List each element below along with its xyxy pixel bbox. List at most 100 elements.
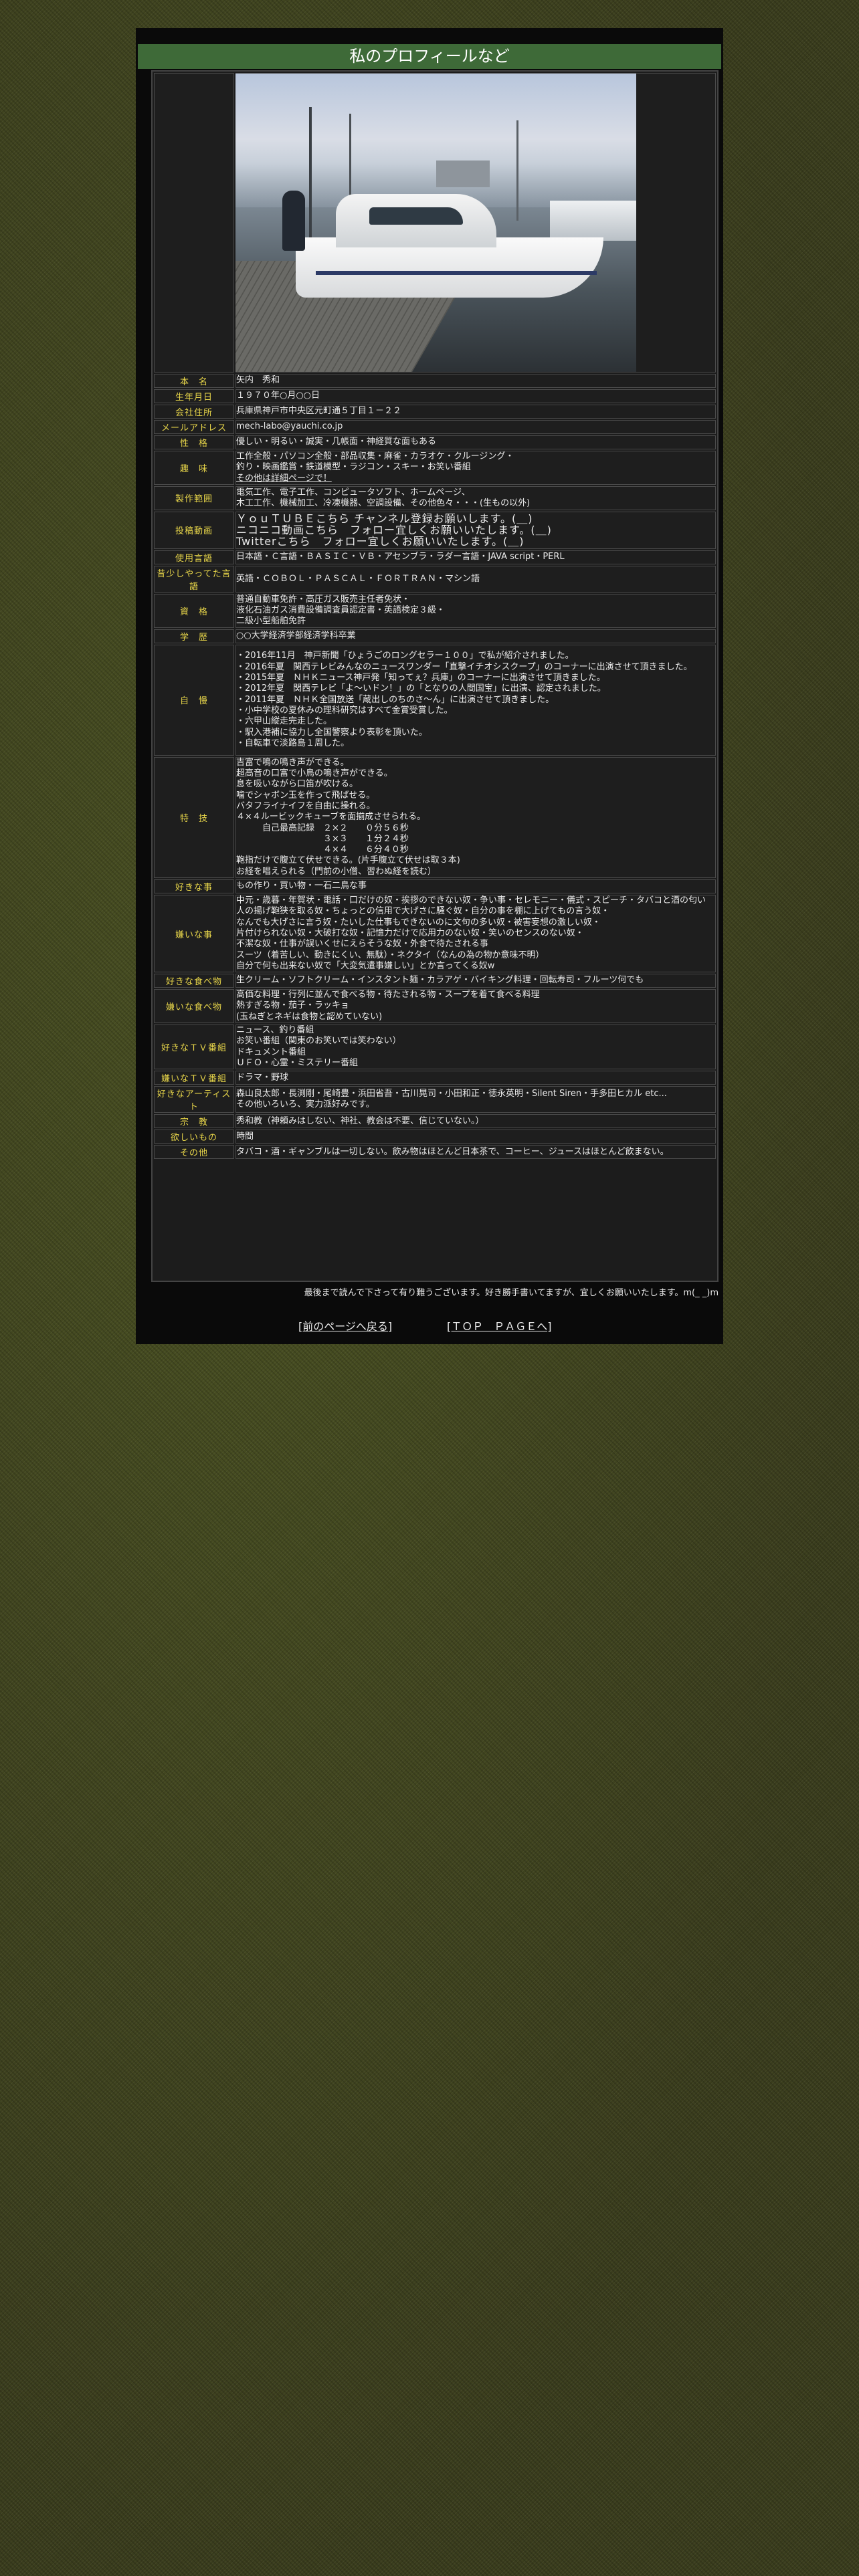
back-link[interactable]: [前のページへ戻る] <box>298 1317 392 1333</box>
row-value: ニュース、釣り番組 お笑い番組（関東のお笑いでは笑わない） ドキュメント番組 ＵＦＯ・… <box>235 1025 716 1070</box>
row-value-line: (玉ねぎとネギは食物と認めていない) <box>236 1011 383 1022</box>
profile-row: 使用言語 日本語・Ｃ言語・ＢＡＳＩＣ・ＶＢ・アセンブラ・ラダー言語・JAVA sc… <box>154 550 716 564</box>
row-label: 投稿動画 <box>154 511 234 549</box>
profile-row: 自 慢・2016年11月 神戸新聞「ひょうごのロングセラー１００」で私が紹介され… <box>154 644 716 756</box>
row-value-line: 秀和教（神頼みはしない、神社、教会は不要、信じていない。） <box>236 1115 484 1126</box>
row-value: もの作り・買い物・一石二鳥な事 <box>235 879 716 894</box>
row-value: 英語・ＣＯＢＯＬ・ＰＡＳＣＡＬ・ＦＯＲＴＲＡＮ・マシン語 <box>235 565 716 593</box>
row-label: 昔少しやってた言語 <box>154 565 234 593</box>
row-value-line: 片付けられない奴・大破打な奴・記憶力だけで応用力のない奴・笑いのセンスのない奴・ <box>236 928 584 938</box>
profile-row: 生年月日 １９７０年○月○○日 <box>154 389 716 403</box>
row-label: 本 名 <box>154 374 234 388</box>
row-value-line: １９７０年○月○○日 <box>236 391 320 401</box>
row-value-line: 自己最高記録 ２×２ ０分５６秒 <box>236 823 409 833</box>
row-value-line: ・2012年夏 関西テレビ「よ～いドン！」の「となりの人間国宝」に出演、認定され… <box>236 683 606 694</box>
row-value-line: ・2016年夏 関西テレビみんなのニュースワンダー「直撃イチオシスクープ」のコー… <box>236 661 692 672</box>
row-value-line[interactable]: ニコニコ動画こちら フォロー宜しくお願いいたします。(＿) <box>236 524 715 536</box>
profile-row: メールアドレス mech-labo@yauchi.co.jp <box>154 420 716 434</box>
row-label: 好きなアーティスト <box>154 1086 234 1113</box>
row-value: 電気工作、電子工作、コンピュータソフト、ホームページ、 木工工作、機械加工、冷凍機… <box>235 486 716 510</box>
row-value: 高価な料理・行列に並んで食べる物・待たされる物・スープを着て食べる料理 熱すぎる物… <box>235 989 716 1024</box>
row-value-line: 英語・ＣＯＢＯＬ・ＰＡＳＣＡＬ・ＦＯＲＴＲＡＮ・マシン語 <box>236 573 480 584</box>
row-value-line: ・小中学校の夏休みの理科研究はすべて金賞受賞した。 <box>236 705 453 716</box>
row-label: 製作範囲 <box>154 486 234 510</box>
row-value-line: ・2016年11月 神戸新聞「ひょうごのロングセラー１００」で私が紹介されました… <box>236 651 574 661</box>
row-value: 中元・歳暮・年賀状・電話・口だけの奴・挨拶のできない奴・争い事・セレモニー・儀式… <box>235 895 716 973</box>
row-label: 自 慢 <box>154 644 234 756</box>
row-value-line: 中元・歳暮・年賀状・電話・口だけの奴・挨拶のできない奴・争い事・セレモニー・儀式… <box>236 895 706 906</box>
row-value-line: 時間 <box>236 1131 254 1142</box>
row-value-line: ○○大学経済学部経済学科卒業 <box>236 631 356 641</box>
row-value-line: mech-labo@yauchi.co.jp <box>236 421 343 432</box>
row-value: mech-labo@yauchi.co.jp <box>235 420 716 434</box>
profile-row: 性 格優しい・明るい・誠実・几帳面・神経質な面もある <box>154 435 716 449</box>
row-value-line: 優しい・明るい・誠実・几帳面・神経質な面もある <box>236 437 437 447</box>
row-label: 会社住所 <box>154 405 234 419</box>
row-value: 時間 <box>235 1130 716 1144</box>
profile-row: 製作範囲 電気工作、電子工作、コンピュータソフト、ホームページ、 木工工作、機械加工… <box>154 486 716 510</box>
profile-row: 昔少しやってた言語 英語・ＣＯＢＯＬ・ＰＡＳＣＡＬ・ＦＯＲＴＲＡＮ・マシン語 <box>154 565 716 593</box>
profile-photo <box>235 74 636 372</box>
page-title: 私のプロフィールなど <box>138 44 721 69</box>
row-label: 好きな事 <box>154 879 234 894</box>
profile-row: その他 タバコ・酒・ギャンブルは一切しない。飲み物はほとんど日本茶で、コーヒー、ジ… <box>154 1145 716 1160</box>
row-label: 趣 味 <box>154 451 234 485</box>
photo-row <box>154 73 716 372</box>
profile-row: 嫌いな食べ物 高価な料理・行列に並んで食べる物・待たされる物・スープを着て食べる料… <box>154 989 716 1024</box>
row-value-line: 木工工作、機械加工、冷凍機器、空調設備、その他色々・・・(生もの以外) <box>236 498 531 508</box>
row-value-line: 鞄指だけで腹立て伏せできる。(片手腹立て伏せは取３本) <box>236 855 460 866</box>
profile-row: 趣 味工作全般・パソコン全般・部品収集・麻雀・カラオケ・クルージング・ 釣り・映画… <box>154 451 716 485</box>
profile-row: 好きな食べ物 生クリーム・ソフトクリーム・インスタント麺・カラアゲ・バイキング料理… <box>154 974 716 988</box>
row-value: 優しい・明るい・誠実・几帳面・神経質な面もある <box>235 435 716 449</box>
row-value-line[interactable]: ＹｏｕＴＵＢＥこちら チャンネル登録お願いします。(＿) <box>236 513 715 524</box>
row-value-line: ニュース、釣り番組 <box>236 1025 314 1036</box>
row-value-line: ・六甲山縦走完走した。 <box>236 716 332 727</box>
row-value-line: 高価な料理・行列に並んで食べる物・待たされる物・スープを着て食べる料理 <box>236 990 540 1000</box>
row-value-line: 吉富で鳴の鳴き声ができる。 <box>236 757 349 768</box>
row-value-line: ４×４ルービックキューブを面揃成させられる。 <box>236 812 426 823</box>
row-value: タバコ・酒・ギャンブルは一切しない。飲み物はほとんど日本茶で、コーヒー、ジュース… <box>235 1145 716 1160</box>
profile-row: 好きなＴＶ番組 ニュース、釣り番組 お笑い番組（関東のお笑いでは笑わない） ドキュメン… <box>154 1025 716 1070</box>
row-value-line: もの作り・買い物・一石二鳥な事 <box>236 881 367 891</box>
row-value-line: 日本語・Ｃ言語・ＢＡＳＩＣ・ＶＢ・アセンブラ・ラダー言語・JAVA script… <box>236 552 565 562</box>
row-value-line[interactable]: その他は詳細ページで！ <box>236 473 715 484</box>
row-value: ドラマ・野球 <box>235 1071 716 1085</box>
profile-row: 好きな事 もの作り・買い物・一石二鳥な事 <box>154 879 716 894</box>
row-value: 日本語・Ｃ言語・ＢＡＳＩＣ・ＶＢ・アセンブラ・ラダー言語・JAVA script… <box>235 550 716 564</box>
row-value: 森山良太郎・長渕剛・尾崎豊・浜田省吾・古川晃司・小田和正・徳永英明・Silent… <box>235 1086 716 1113</box>
row-label: メールアドレス <box>154 420 234 434</box>
row-label: 生年月日 <box>154 389 234 403</box>
profile-row: 投稿動画 ＹｏｕＴＵＢＥこちら チャンネル登録お願いします。(＿) ニコニコ動画こち… <box>154 511 716 549</box>
row-value-line: なんでも大げさに言う奴・たいした仕事もできないのに文句の多い奴・被害妄想の激しい… <box>236 917 601 928</box>
row-value: 工作全般・パソコン全般・部品収集・麻雀・カラオケ・クルージング・ 釣り・映画鑑賞・… <box>235 451 716 485</box>
row-value-line: 普通自動車免許・高圧ガス販売主任者免状・ <box>236 594 411 605</box>
top-page-link[interactable]: [ＴＯＰ ＰＡＧＥへ] <box>447 1317 552 1333</box>
row-value: 矢内 秀和 <box>235 374 716 388</box>
row-value-line: 不潔な奴・仕事が誤いくせにえらそうな奴・外食で待たされる事 <box>236 939 489 950</box>
row-label: 特 技 <box>154 756 234 879</box>
row-value-line: 矢内 秀和 <box>236 375 280 386</box>
row-value: 生クリーム・ソフトクリーム・インスタント麺・カラアゲ・バイキング料理・回転寿司・… <box>235 974 716 988</box>
profile-row: 資 格普通自動車免許・高圧ガス販売主任者免状・ 液化石油ガス消費設備調査員認定書・… <box>154 593 716 628</box>
row-value-line: 工作全般・パソコン全般・部品収集・麻雀・カラオケ・クルージング・ <box>236 451 514 461</box>
row-value-line: 自分で何も出来ない奴で「大変気遣事嫌しい」とか言ってくる奴w <box>236 960 495 971</box>
row-value-line: 息を吸いながら口笛が吹ける。 <box>236 779 359 790</box>
row-value-line: お笑い番組（関東のお笑いでは笑わない） <box>236 1036 401 1047</box>
row-value-line[interactable]: Twitterこちら フォロー宜しくお願いいたします。(＿) <box>236 536 715 547</box>
row-label: 学 歴 <box>154 629 234 643</box>
row-label: 欲しいもの <box>154 1130 234 1144</box>
row-value-line: ４×４ ６分４０秒 <box>236 845 409 855</box>
row-value-line: ＵＦＯ・心霊・ミステリー番組 <box>236 1057 359 1068</box>
profile-row: 特 技吉富で鳴の鳴き声ができる。 超高音の口富で小鳥の鳴き声ができる。 息を吸いなが… <box>154 756 716 879</box>
profile-box: 本 名矢内 秀和 生年月日 １９７０年○月○○日 会社住所 兵庫県神戸市中央区元町通５丁… <box>151 70 719 1282</box>
row-value: ＹｏｕＴＵＢＥこちら チャンネル登録お願いします。(＿) ニコニコ動画こちら フォ… <box>235 511 716 549</box>
row-value-line: 液化石油ガス消費設備調査員認定書・英語検定３級・ <box>236 605 446 616</box>
row-value: 秀和教（神頼みはしない、神社、教会は不要、信じていない。） <box>235 1114 716 1129</box>
profile-row: 宗 教秀和教（神頼みはしない、神社、教会は不要、信じていない。） <box>154 1114 716 1129</box>
row-label: その他 <box>154 1145 234 1160</box>
row-label: 嫌いな食べ物 <box>154 989 234 1024</box>
row-value-line: ドキュメント番組 <box>236 1047 306 1057</box>
profile-table: 本 名矢内 秀和 生年月日 １９７０年○月○○日 会社住所 兵庫県神戸市中央区元町通５丁… <box>153 72 717 1160</box>
row-label: 好きなＴＶ番組 <box>154 1025 234 1070</box>
row-value: １９７０年○月○○日 <box>235 389 716 403</box>
